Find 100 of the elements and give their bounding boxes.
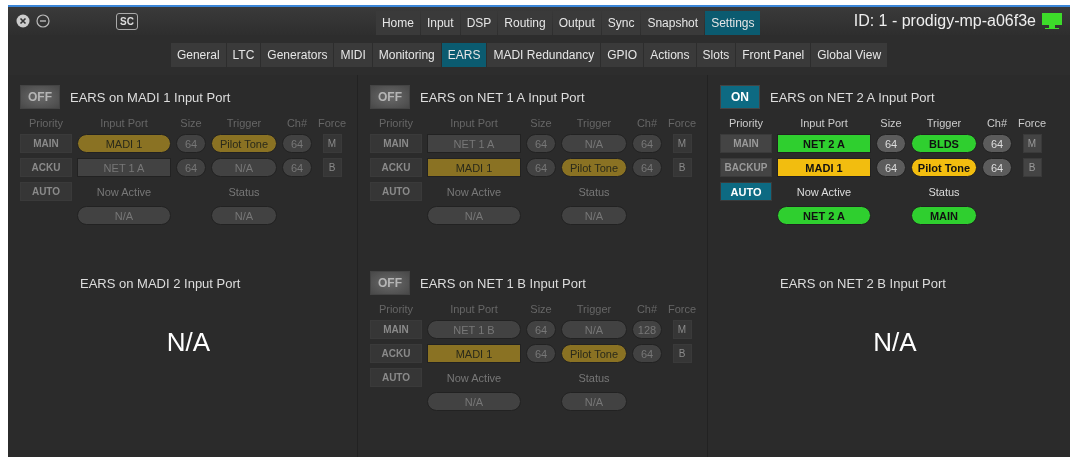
column-header: Priority [727,117,765,129]
force-button[interactable]: M [1022,134,1042,153]
column-header: Size [529,117,553,129]
value-cell: 64 [876,134,906,153]
column-header: Trigger [225,117,263,129]
panel-title: EARS on MADI 1 Input Port [70,89,231,105]
column-header: Ch# [635,117,659,129]
column-header: Trigger [575,117,613,129]
na-text: N/A [166,327,211,358]
value-cell: 64 [982,158,1012,177]
tab[interactable]: LTC [226,43,261,67]
status-label: Status [577,371,611,384]
na-text: N/A [873,327,917,358]
tab[interactable]: DSP [460,11,498,35]
priority-button[interactable]: BACKUP [720,158,772,177]
tab[interactable]: Global View [811,43,888,67]
column-header: Input Port [799,117,849,129]
priority-button[interactable]: ACKU [370,158,422,177]
status-label: Status [577,185,611,198]
value-cell: Pilot Tone [211,134,277,153]
panel-title: EARS on NET 1 A Input Port [420,89,585,105]
column-header: Force [667,303,697,315]
value-cell: Pilot Tone [561,158,627,177]
column-header: Size [529,303,553,315]
tab[interactable]: Monitoring [372,43,441,67]
tab[interactable]: MADI Redundancy [487,43,601,67]
now-active-label: Now Active [795,185,853,198]
force-button[interactable]: B [322,158,342,177]
priority-button[interactable]: ACKU [20,158,72,177]
column-header: Input Port [449,117,499,129]
value-cell: MADI 1 [427,158,521,177]
monitor-icon [1042,13,1062,29]
tab[interactable]: Output [552,11,601,35]
force-button[interactable]: M [672,320,692,339]
value-cell: MADI 1 [427,344,521,363]
panel-title: EARS on NET 2 A Input Port [770,89,935,105]
force-button[interactable]: M [672,134,692,153]
priority-button[interactable]: AUTO [370,182,422,201]
column-header: Priority [377,117,415,129]
tab[interactable]: Routing [498,11,552,35]
value-cell: Pilot Tone [911,158,977,177]
tab[interactable]: Sync [601,11,641,35]
tab[interactable]: Actions [644,43,696,67]
column-header: Trigger [925,117,963,129]
device-id: ID: 1 - prodigy-mp-a06f3e [853,12,1036,30]
priority-button[interactable]: MAIN [370,320,422,339]
priority-button[interactable]: MAIN [20,134,72,153]
tab[interactable]: Snapshot [641,11,705,35]
column-header: Trigger [575,303,613,315]
value-cell: MADI 1 [777,158,871,177]
force-button[interactable]: B [672,158,692,177]
now-active-label: Now Active [445,185,503,198]
column-header: Size [879,117,903,129]
status-label: Status [227,185,261,198]
toggle-button[interactable]: ON [720,85,760,109]
minimize-icon[interactable] [36,14,50,28]
column-header: Priority [27,117,65,129]
close-icon[interactable] [16,14,30,28]
value-cell: MAIN [911,206,977,225]
value-cell: BLDS [911,134,977,153]
column-header: Priority [377,303,415,315]
priority-button[interactable]: AUTO [370,368,422,387]
tab[interactable]: Home [375,11,420,35]
tab[interactable]: Front Panel [736,43,811,67]
status-label: Status [927,185,961,198]
column-header: Force [667,117,697,129]
value-cell: NET 2 A [777,206,871,225]
priority-button[interactable]: AUTO [20,182,72,201]
column-header: Ch# [635,303,659,315]
column-header: Force [317,117,347,129]
force-button[interactable]: M [322,134,342,153]
column-header: Ch# [985,117,1009,129]
priority-button[interactable]: AUTO [720,182,772,201]
priority-button[interactable]: MAIN [370,134,422,153]
panel-title: EARS on NET 2 B Input Port [780,275,946,291]
force-button[interactable]: B [672,344,692,363]
value-cell: MADI 1 [77,134,171,153]
now-active-label: Now Active [445,371,503,384]
priority-button[interactable]: ACKU [370,344,422,363]
column-header: Input Port [99,117,149,129]
column-header: Ch# [285,117,309,129]
column-header: Input Port [449,303,499,315]
value-cell: 64 [982,134,1012,153]
tab[interactable]: General [170,43,226,67]
tab[interactable]: EARS [441,43,487,67]
tab[interactable]: GPIO [601,43,644,67]
tab[interactable]: Slots [696,43,736,67]
value-cell: NET 2 A [777,134,871,153]
tab[interactable]: Input [420,11,460,35]
tab[interactable]: Settings [705,11,761,35]
priority-button[interactable]: MAIN [720,134,772,153]
force-button[interactable]: B [1022,158,1042,177]
tab[interactable]: MIDI [334,43,372,67]
panel-title: EARS on NET 1 B Input Port [420,275,586,291]
column-header: Size [179,117,203,129]
column-header: Force [1017,117,1047,129]
value-cell: 64 [876,158,906,177]
value-cell: Pilot Tone [561,344,627,363]
logo: SC [116,12,138,30]
tab[interactable]: Generators [261,43,334,67]
